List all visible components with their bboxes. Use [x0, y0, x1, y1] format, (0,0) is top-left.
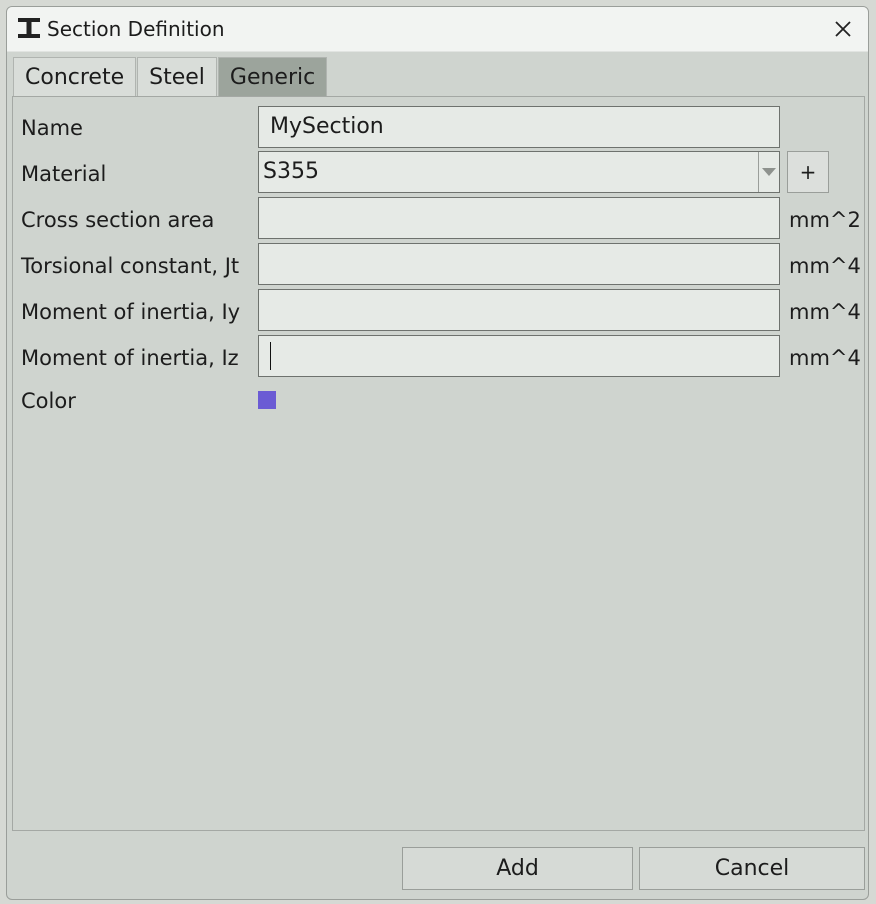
- window-title: Section Definition: [47, 17, 225, 41]
- title-bar: Section Definition: [7, 7, 868, 52]
- add-button[interactable]: Add: [402, 847, 633, 890]
- tab-concrete[interactable]: Concrete: [13, 57, 137, 97]
- iz-unit: mm^4: [789, 346, 861, 370]
- name-value: MySection: [270, 114, 384, 139]
- iy-input[interactable]: [258, 289, 780, 331]
- material-value: S355: [263, 159, 319, 184]
- jt-input[interactable]: [258, 243, 780, 285]
- area-unit: mm^2: [789, 208, 861, 232]
- material-select[interactable]: S355: [258, 151, 780, 193]
- section-definition-dialog: Section Definition Concrete Steel Generi…: [6, 6, 869, 900]
- add-material-button[interactable]: +: [787, 151, 829, 193]
- cancel-button[interactable]: Cancel: [639, 847, 865, 890]
- i-beam-icon: [18, 18, 40, 38]
- close-button[interactable]: [828, 14, 858, 44]
- jt-label: Torsional constant, Jt: [21, 254, 240, 278]
- iy-unit: mm^4: [789, 300, 861, 324]
- iz-input[interactable]: [258, 335, 780, 377]
- color-label: Color: [21, 389, 76, 413]
- close-icon: [835, 21, 851, 37]
- jt-unit: mm^4: [789, 254, 861, 278]
- chevron-down-icon: [762, 168, 776, 176]
- text-caret: [270, 342, 271, 370]
- name-input[interactable]: MySection: [258, 106, 780, 148]
- area-label: Cross section area: [21, 208, 215, 232]
- iz-label: Moment of inertia, Iz: [21, 346, 239, 370]
- iy-label: Moment of inertia, Iy: [21, 300, 241, 324]
- area-input[interactable]: [258, 197, 780, 239]
- color-swatch[interactable]: [258, 391, 276, 409]
- dropdown-arrow[interactable]: [758, 152, 779, 192]
- name-label: Name: [21, 116, 83, 140]
- generic-tab-panel: Name MySection Material S355 + Cross sec…: [12, 96, 865, 831]
- tab-generic[interactable]: Generic: [217, 57, 328, 97]
- material-label: Material: [21, 162, 107, 186]
- tab-steel[interactable]: Steel: [137, 57, 217, 97]
- tab-bar: Concrete Steel Generic: [13, 57, 328, 97]
